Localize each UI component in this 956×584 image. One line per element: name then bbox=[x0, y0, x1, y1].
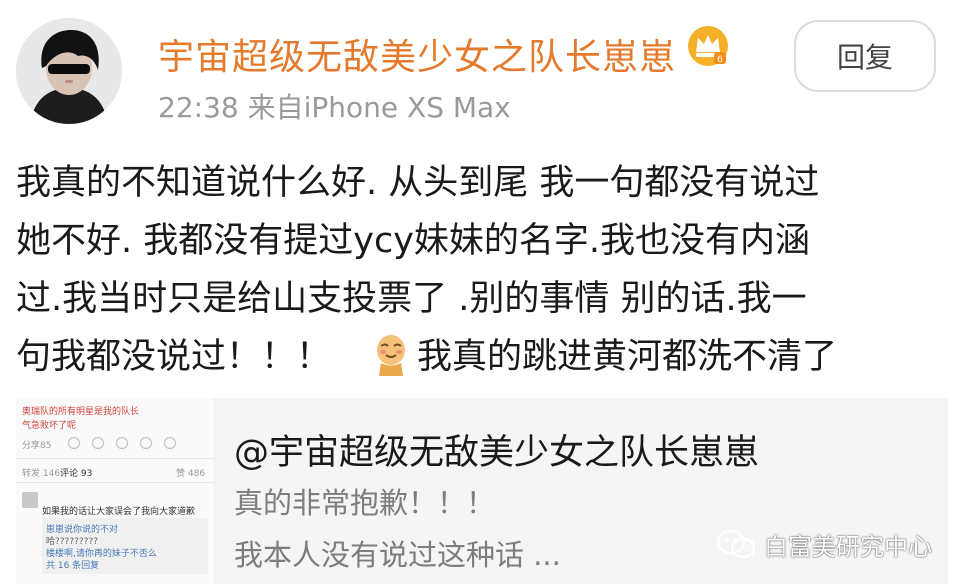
quoted-post-text: 我本人没有说过这种话 ... bbox=[234, 538, 561, 572]
divider bbox=[16, 458, 214, 459]
reply-button[interactable]: 回复 bbox=[794, 20, 936, 92]
svg-text:6: 6 bbox=[717, 55, 723, 65]
quoted-post-title: @宇宙超级无敌美少女之队长崽崽 bbox=[234, 433, 760, 473]
quoted-screenshot-thumbnail: 奥瑞队的所有明星是我的队长 气急败坏了呢 分享85 转发 146 评论 93 赞… bbox=[16, 398, 215, 584]
content-text: 句我都没说过！！！ bbox=[16, 337, 332, 377]
post-content: 我真的不知道说什么好. 从头到尾 我一句都没有说过 她不好. 我都没有提过ycy… bbox=[16, 154, 946, 386]
content-line: 她不好. 我都没有提过ycy妹妹的名字.我也没有内涵 bbox=[16, 221, 811, 261]
quoted-post-text: 真的非常抱歉！！！ bbox=[234, 486, 496, 520]
wechat-icon bbox=[716, 529, 756, 559]
vip-crown-icon: 6 bbox=[686, 24, 730, 68]
thumb-tab-like: 赞 486 bbox=[176, 469, 206, 479]
watermark-text: 白富美研究中心 bbox=[764, 532, 932, 561]
thumb-comment: 如果我的话让大家误会了我向大家道歉 bbox=[42, 507, 196, 517]
shy-emoji-icon bbox=[371, 332, 411, 376]
divider bbox=[16, 482, 214, 483]
thumb-tab-forward: 转发 146 bbox=[22, 469, 61, 479]
thumb-avatar bbox=[22, 492, 38, 508]
like-icon bbox=[116, 437, 128, 449]
comment-icon bbox=[68, 437, 80, 449]
thumb-text: 奥瑞队的所有明星是我的队长 bbox=[22, 407, 140, 417]
thumb-reply-count: 共 16 条回复 bbox=[46, 561, 100, 571]
avatar-image bbox=[16, 18, 122, 124]
content-line: 过.我当时只是给山支投票了 .别的事情 别的话.我一 bbox=[16, 279, 807, 319]
avatar[interactable] bbox=[16, 18, 122, 124]
watermark: 白富美研究中心 bbox=[716, 526, 932, 562]
post-meta: 22:38 来自iPhone XS Max bbox=[158, 91, 511, 124]
content-line: 我真的不知道说什么好. 从头到尾 我一句都没有说过 bbox=[16, 163, 820, 203]
thumb-text: 气急败坏了呢 bbox=[22, 421, 77, 431]
more-icon bbox=[164, 437, 176, 449]
star-icon bbox=[140, 437, 152, 449]
heart-icon bbox=[92, 437, 104, 449]
username[interactable]: 宇宙超级无敌美少女之队长崽崽 bbox=[158, 28, 676, 80]
thumb-share: 分享85 bbox=[22, 441, 52, 451]
content-text: 我真的跳进黄河都洗不清了 bbox=[417, 337, 838, 377]
thumb-tab-comment: 评论 93 bbox=[60, 469, 93, 479]
content-line-last: 句我都没说过！！！ 我真的跳进黄河都洗不清了 bbox=[16, 328, 946, 386]
